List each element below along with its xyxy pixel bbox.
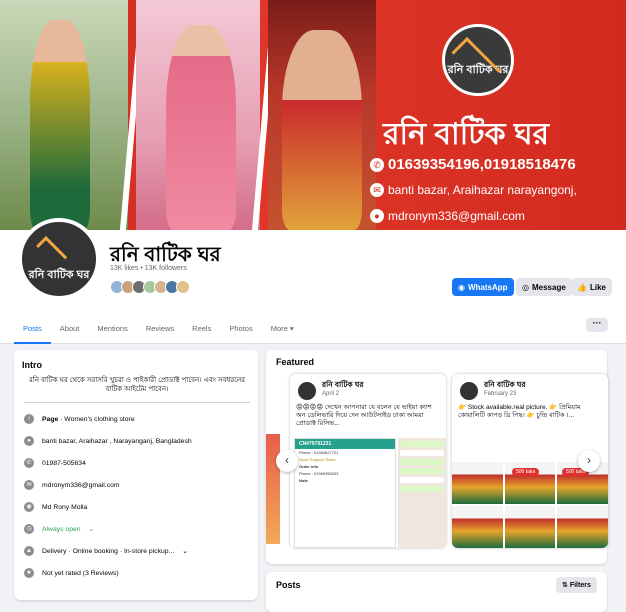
intro-category-text: · Women's clothing store [58,415,135,423]
whatsapp-icon: ◉ [458,282,465,292]
intro-email[interactable]: ✉ mdronym336@gmail.com [24,480,120,490]
avatar[interactable]: রনি বাটিক ঘর [18,218,100,300]
messenger-icon: ◎ [522,282,529,292]
intro-address[interactable]: ● banti bazar, Araihazar , Narayanganj, B… [24,436,192,446]
follower-avatar[interactable] [176,280,190,294]
screenshot-line: Order info [299,464,319,469]
tab-posts[interactable]: Posts [14,320,51,344]
intro-rating[interactable]: ★ Not yet rated (3 Reviews) [24,568,119,578]
cover-email-text: mdronym336@gmail.com [388,209,525,223]
posts-title: Posts [276,580,301,590]
message-button-label: Message [531,282,566,292]
intro-title: Intro [22,360,42,370]
tab-reels[interactable]: Reels [183,320,220,344]
intro-email-text: mdronym336@gmail.com [42,481,120,489]
tab-photos[interactable]: Photos [220,320,261,344]
page-stats[interactable]: 13K likes • 13K followers [110,265,187,272]
saree-photo[interactable] [504,506,556,548]
intro-services-text: Delivery · Online booking · In-store pic… [42,547,175,555]
tab-more[interactable]: More ▾ [262,320,303,344]
like-icon: 👍 [577,282,587,292]
avatar-text: রনি বাটিক ঘর [28,269,90,281]
screenshot-line: Phone : 01989355033 [299,471,339,476]
cover-phone-text: 01639354196,01918518476 [388,156,576,173]
like-button[interactable]: 👍 Like [571,278,612,296]
previous-featured-peek [266,434,280,544]
cover-photo-panel-2 [136,0,260,230]
follower-avatars[interactable] [110,280,190,294]
location-icon: ● [370,209,384,223]
clock-icon: ◷ [24,524,34,534]
intro-address-text: banti bazar, Araihazar , Narayanganj, Ba… [42,437,192,445]
intro-card: Intro রনি বাটিক ঘর থেকে সরাসরি খুচরা ও প… [14,350,258,600]
saree-photo[interactable] [452,462,503,504]
whatsapp-button-label: WhatsApp [467,282,508,292]
chevron-down-icon: ⌄ [182,548,188,555]
cover-phone: ✆ 01639354196,01918518476 [370,156,576,173]
intro-hours-text: Always open [42,525,81,533]
cover-address: ✉ banti bazar, Araihazar narayangonj, [370,183,577,197]
screenshot-line: Open Support Ticket [299,457,336,462]
cover-address-text: banti bazar, Araihazar narayangonj, [388,183,577,197]
cover-photo-panel-3 [268,0,376,230]
more-options-button[interactable]: ··· [586,318,608,332]
cover-email: ● mdronym336@gmail.com [370,209,525,223]
intro-phone[interactable]: ✆ 01987-505634 [24,458,86,468]
whatsapp-button[interactable]: ◉ WhatsApp [452,278,514,296]
saree-photo[interactable] [452,506,503,548]
intro-page-label: Page [42,415,59,423]
post-text: 😡😡😡😡 দেখেন আপনারা যে বলেন যে ভাইয়া ক্যা… [296,404,432,427]
chevron-down-icon: ⌄ [88,526,95,533]
intro-hours[interactable]: ◷ Always open ⌄ [24,524,94,534]
phone-icon: ✆ [24,458,34,468]
divider [24,402,250,403]
intro-bio: রনি বাটিক ঘর থেকে সরাসরি খুচরা ও পাইকারী… [29,377,245,393]
screenshot-header: CN#79791231 [295,439,395,449]
post-image-chat[interactable] [398,438,446,548]
price-badge: 500 taka [512,468,540,476]
chevron-left-icon[interactable]: ‹ [276,450,298,472]
whatsapp-icon: ◉ [24,502,34,512]
tab-mentions[interactable]: Mentions [88,320,136,344]
post-text: 👉 Stock available.real picture. 👉 প্রিমি… [458,404,581,419]
info-icon: i [24,414,34,424]
page-tabs: Posts About Mentions Reviews Reels Photo… [14,320,303,344]
screenshot-line: Note [299,478,308,483]
post-date[interactable]: February 23 [484,391,516,397]
message-button[interactable]: ◎ Message [516,278,572,296]
post-date[interactable]: April 2 [322,391,339,397]
intro-rating-text: Not yet rated (3 Reviews) [42,569,119,577]
cover-photo-panel-1 [0,0,128,230]
post-image-screenshot[interactable]: CN#79791231 Phone : 01984627721 Open Sup… [294,438,396,548]
intro-phone-text: 01987-505634 [42,459,86,467]
intro-whatsapp-text: Md Rony Molla [42,503,88,511]
cover-title: রনি বাটিক ঘর [383,118,550,151]
phone-icon: ✆ [370,157,384,172]
store-icon: ▲ [24,546,34,556]
chevron-right-icon[interactable]: › [578,450,600,472]
location-icon: ● [24,436,34,446]
cover-logo: রনি বাটিক ঘর [432,20,572,102]
featured-title: Featured [276,357,315,367]
featured-post[interactable]: রনি বাটিক ঘর April 2 😡😡😡😡 দেখেন আপনারা য… [290,374,446,548]
star-icon: ★ [24,568,34,578]
intro-services[interactable]: ▲ Delivery · Online booking · In-store pi… [24,546,188,556]
intro-page-category: i Page · Women's clothing store [24,414,135,424]
tab-reviews[interactable]: Reviews [137,320,183,344]
featured-card: Featured রনি বাটিক ঘর April 2 😡😡😡😡 দেখেন… [266,350,608,564]
cover-photo[interactable]: রনি বাটিক ঘর রনি বাটিক ঘর ✆ 01639354196,0… [0,0,626,230]
screenshot-line: Phone : 01984627721 [299,450,339,455]
mail-icon: ✉ [370,183,384,197]
filters-button[interactable]: ⇅ Filters [556,577,597,593]
post-avatar[interactable] [460,382,478,400]
filters-button-label: Filters [569,582,591,589]
post-avatar[interactable] [298,382,316,400]
mail-icon: ✉ [24,480,34,490]
filter-icon: ⇅ [562,582,568,589]
posts-card: Posts ⇅ Filters [266,572,607,612]
tab-about[interactable]: About [51,320,89,344]
saree-photo[interactable] [557,506,608,548]
like-button-label: Like [589,282,606,292]
intro-whatsapp[interactable]: ◉ Md Rony Molla [24,502,87,512]
